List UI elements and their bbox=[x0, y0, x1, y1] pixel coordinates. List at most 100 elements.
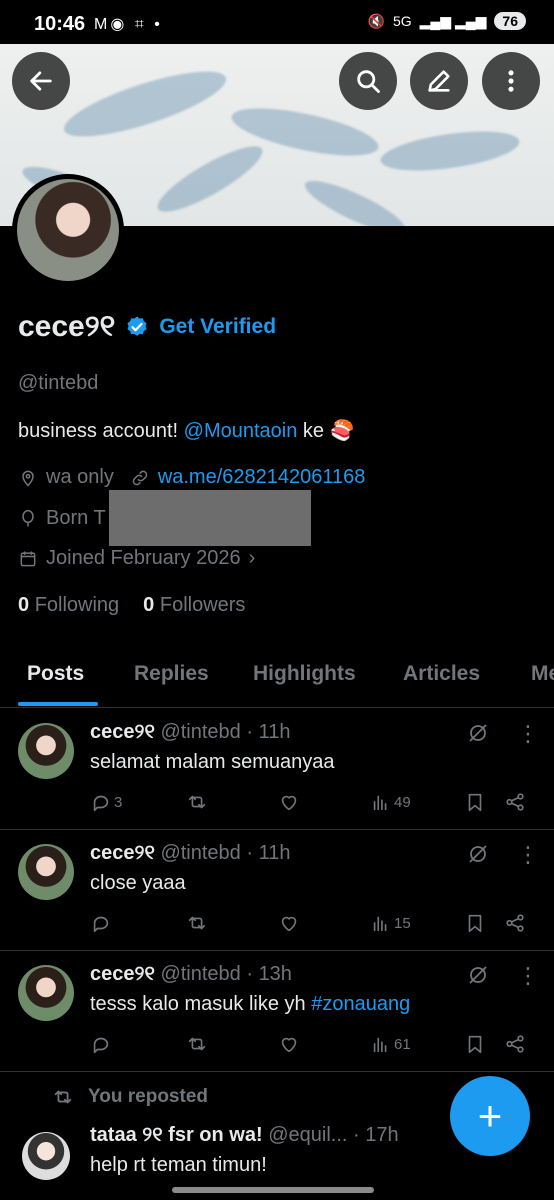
bookmark-icon bbox=[468, 1035, 482, 1054]
post-text: help rt teman timun! bbox=[90, 1154, 267, 1176]
share-button[interactable] bbox=[504, 791, 526, 813]
profile-name: cece୨୧ bbox=[18, 310, 116, 343]
post-text: close yaaa bbox=[90, 872, 186, 895]
repost-indicator: You reposted bbox=[52, 1086, 208, 1108]
post-meta: @tintebd · 11h bbox=[160, 842, 291, 864]
post-text: tesss kalo masuk like yh #zonauang bbox=[90, 993, 410, 1016]
views-bar-icon bbox=[373, 1037, 387, 1053]
reply-button[interactable] bbox=[90, 912, 114, 934]
reply-button[interactable]: 3 bbox=[90, 791, 122, 813]
kebab-menu-icon bbox=[508, 70, 514, 92]
bookmark-button[interactable] bbox=[464, 1033, 486, 1055]
status-time: 10:46 bbox=[34, 13, 86, 35]
post-actions: 3 49 bbox=[90, 791, 530, 817]
post-item[interactable]: cece୨୧ @tintebd · 13h ⋮ tesss kalo masuk… bbox=[0, 951, 554, 1072]
tab-media[interactable]: Me bbox=[531, 662, 554, 686]
battery-indicator: 76 bbox=[494, 12, 526, 30]
edit-profile-button[interactable] bbox=[410, 52, 468, 110]
following-count: 0 bbox=[18, 594, 30, 616]
post-meta: @equil... · 17h bbox=[268, 1124, 399, 1146]
repost-button[interactable] bbox=[186, 912, 208, 934]
chevron-right-icon: › bbox=[248, 547, 256, 569]
post-actions: 61 bbox=[90, 1033, 530, 1059]
bookmark-icon bbox=[468, 793, 482, 812]
like-button[interactable] bbox=[278, 1033, 300, 1055]
repost-label: You reposted bbox=[88, 1086, 208, 1107]
arrow-left-icon bbox=[30, 71, 52, 91]
bookmark-button[interactable] bbox=[464, 791, 486, 813]
bio-mention-link[interactable]: @Mountaoin bbox=[184, 420, 298, 442]
grok-icon[interactable] bbox=[466, 842, 490, 866]
profile-joined-row[interactable]: Joined February 2026 › bbox=[18, 547, 255, 570]
repost-button[interactable] bbox=[186, 791, 208, 813]
reply-count: 3 bbox=[114, 793, 123, 811]
share-icon bbox=[506, 1035, 524, 1053]
profile-birthday-row: Born T bbox=[18, 507, 106, 530]
post-item[interactable]: cece୨୧ @tintebd · 11h ⋮ selamat malam se… bbox=[0, 709, 554, 830]
post-more-icon[interactable]: ⋮ bbox=[517, 963, 539, 989]
tab-replies[interactable]: Replies bbox=[134, 662, 209, 686]
active-tab-indicator bbox=[18, 702, 98, 706]
follow-stats: 0 Following 0 Followers bbox=[18, 594, 245, 617]
post-meta: @tintebd · 13h bbox=[160, 963, 292, 985]
status-right: 🔇 5G ▂▄▆ ▂▄▆ 76 bbox=[368, 12, 526, 30]
profile-name-row: cece୨୧ Get Verified bbox=[18, 310, 276, 344]
profile-website-link[interactable]: wa.me/6282142061168 bbox=[158, 466, 366, 489]
verified-badge-icon[interactable] bbox=[125, 315, 149, 339]
more-options-button[interactable] bbox=[482, 52, 540, 110]
share-button[interactable] bbox=[504, 912, 526, 934]
profile-handle: @tintebd bbox=[18, 372, 99, 394]
grok-icon[interactable] bbox=[466, 721, 490, 745]
post-more-icon[interactable]: ⋮ bbox=[517, 721, 539, 747]
post-author: tataa ୨୧ fsr on wa! bbox=[90, 1124, 263, 1146]
post-hashtag[interactable]: #zonauang bbox=[311, 993, 410, 1015]
search-icon bbox=[357, 70, 380, 93]
link-icon bbox=[132, 470, 148, 485]
share-button[interactable] bbox=[504, 1033, 526, 1055]
post-author: cece୨୧ bbox=[90, 963, 155, 985]
tab-highlights[interactable]: Highlights bbox=[253, 662, 356, 686]
repost-button[interactable] bbox=[186, 1033, 208, 1055]
post-author: cece୨୧ bbox=[90, 842, 155, 864]
notification-icons: M◉ ⌗ • bbox=[94, 16, 163, 33]
back-button[interactable] bbox=[12, 52, 70, 110]
profile-location: wa only bbox=[46, 466, 114, 488]
reply-button[interactable] bbox=[90, 1033, 114, 1055]
views-button[interactable]: 61 bbox=[370, 1033, 411, 1055]
post-avatar[interactable] bbox=[18, 723, 74, 779]
balloon-icon bbox=[22, 509, 34, 526]
profile-location-row: wa only wa.me/6282142061168 bbox=[18, 466, 365, 489]
repost-icon bbox=[188, 916, 206, 930]
get-verified-link[interactable]: Get Verified bbox=[159, 315, 276, 339]
tab-posts[interactable]: Posts bbox=[27, 662, 84, 686]
share-icon bbox=[506, 793, 524, 811]
post-avatar[interactable] bbox=[18, 844, 74, 900]
followers-link[interactable]: 0 Followers bbox=[143, 594, 245, 617]
heart-icon bbox=[281, 1037, 297, 1053]
profile-avatar[interactable] bbox=[12, 174, 124, 286]
views-bar-icon bbox=[373, 916, 387, 932]
pencil-icon bbox=[428, 70, 450, 92]
views-button[interactable]: 49 bbox=[370, 791, 411, 813]
grok-icon[interactable] bbox=[466, 963, 490, 987]
post-item[interactable]: cece୨୧ @tintebd · 11h ⋮ close yaaa 15 bbox=[0, 830, 554, 951]
post-avatar[interactable] bbox=[22, 1132, 70, 1180]
post-more-icon[interactable]: ⋮ bbox=[517, 842, 539, 868]
post-meta: @tintebd · 11h bbox=[160, 721, 291, 743]
repost-icon bbox=[188, 1037, 206, 1051]
bio-suffix: ke 🍣 bbox=[297, 420, 355, 442]
views-button[interactable]: 15 bbox=[370, 912, 411, 934]
post-avatar[interactable] bbox=[18, 965, 74, 1021]
following-link[interactable]: 0 Following bbox=[18, 594, 119, 617]
search-button[interactable] bbox=[339, 52, 397, 110]
like-button[interactable] bbox=[278, 912, 300, 934]
network-label: 5G bbox=[392, 13, 412, 29]
bookmark-button[interactable] bbox=[464, 912, 486, 934]
signal-icon: ▂▄▆ ▂▄▆ bbox=[419, 12, 487, 29]
home-indicator[interactable] bbox=[172, 1187, 374, 1193]
tab-articles[interactable]: Articles bbox=[403, 662, 480, 686]
like-button[interactable] bbox=[278, 791, 300, 813]
post-header: tataa ୨୧ fsr on wa! @equil... · 17h bbox=[90, 1124, 399, 1147]
compose-post-button[interactable]: + bbox=[450, 1076, 530, 1156]
views-bar-icon bbox=[373, 795, 387, 811]
